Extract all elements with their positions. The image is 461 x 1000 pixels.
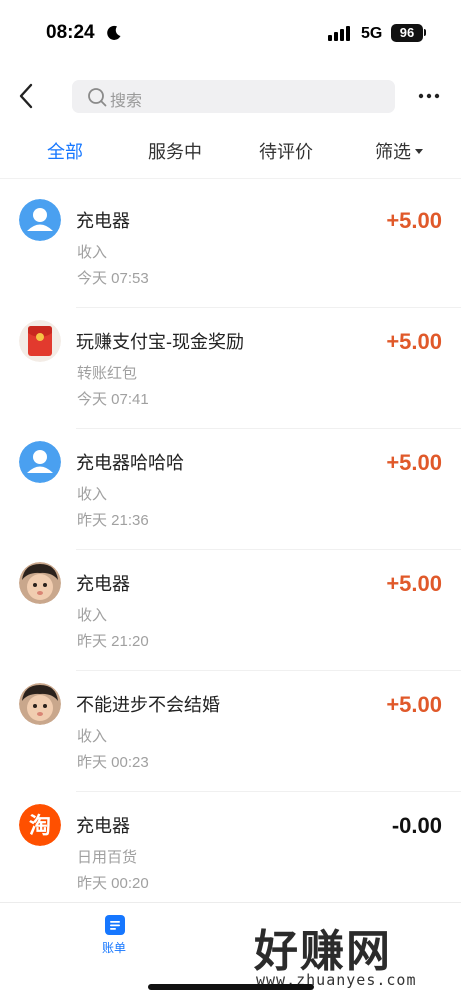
network-label: 5G (361, 25, 383, 42)
tab-filter[interactable]: 筛选 (375, 138, 423, 164)
transaction-type: 收入 (77, 607, 108, 624)
battery-tip (424, 29, 426, 36)
signal-icon (328, 26, 350, 41)
search-input[interactable]: 搜索 (72, 80, 395, 113)
watermark-logo: 好赚网 (254, 926, 392, 977)
transaction-type: 日用百货 (77, 849, 138, 866)
caret-down-icon (415, 148, 423, 154)
watermark: 好赚网 www.zhuanyes.com (250, 911, 450, 993)
transaction-type: 收入 (77, 244, 108, 261)
transaction-row[interactable]: 充电器 收入 昨天 21:20 +5.00 (0, 550, 461, 671)
bill-tab-label[interactable]: 账单 (102, 939, 126, 956)
tab-divider (0, 178, 461, 179)
transaction-title: 玩赚支付宝-现金奖励 (76, 332, 244, 352)
transaction-amount: +5.00 (386, 208, 442, 233)
search-placeholder: 搜索 (110, 93, 143, 110)
transaction-list: 充电器 收入 今天 07:53 +5.00 玩赚支付宝-现金奖励 转账红包 今天… (0, 187, 461, 913)
transaction-type: 收入 (77, 728, 108, 745)
transaction-type: 收入 (77, 486, 108, 503)
transaction-row[interactable]: 充电器哈哈哈 收入 昨天 21:36 +5.00 (0, 429, 461, 550)
child-photo-avatar (19, 562, 61, 604)
status-bar: 08:24 5G 96 (0, 0, 461, 64)
tab-pending-review[interactable]: 待评价 (259, 138, 313, 164)
search-icon (88, 88, 107, 107)
home-indicator (148, 984, 314, 990)
transaction-time: 昨天 21:36 (77, 512, 149, 529)
transaction-time: 昨天 00:20 (77, 875, 149, 892)
tab-in-service[interactable]: 服务中 (148, 138, 202, 164)
filter-tabs: 全部 服务中 待评价 筛选 (0, 138, 461, 168)
taobao-icon: 淘 (19, 804, 61, 846)
transaction-title: 充电器 (76, 816, 130, 836)
back-icon[interactable] (14, 82, 40, 110)
transaction-amount: +5.00 (386, 571, 442, 596)
transaction-title: 充电器 (76, 211, 130, 231)
red-envelope-icon (19, 320, 61, 362)
child-photo-avatar (19, 683, 61, 725)
default-user-icon (19, 199, 61, 241)
transaction-row[interactable]: 淘 充电器 日用百货 昨天 00:20 -0.00 (0, 792, 461, 913)
transaction-title: 不能进步不会结婚 (76, 695, 220, 715)
transaction-row[interactable]: 玩赚支付宝-现金奖励 转账红包 今天 07:41 +5.00 (0, 308, 461, 429)
tab-filter-label: 筛选 (375, 142, 411, 162)
svg-text:淘: 淘 (29, 813, 51, 839)
transaction-time: 今天 07:53 (77, 270, 149, 287)
transaction-time: 今天 07:41 (77, 391, 149, 408)
transaction-amount: -0.00 (391, 813, 442, 838)
status-time: 08:24 (46, 22, 95, 43)
transaction-title: 充电器 (76, 574, 130, 594)
transaction-amount: +5.00 (386, 329, 442, 354)
transaction-type: 转账红包 (77, 365, 138, 382)
more-icon[interactable] (417, 86, 441, 106)
transaction-row[interactable]: 不能进步不会结婚 收入 昨天 00:23 +5.00 (0, 671, 461, 792)
transaction-amount: +5.00 (386, 450, 442, 475)
transaction-time: 昨天 21:20 (77, 633, 149, 650)
transaction-title: 充电器哈哈哈 (76, 453, 184, 473)
battery-indicator: 96 (391, 24, 423, 42)
moon-icon (107, 25, 121, 40)
tab-all[interactable]: 全部 (47, 138, 83, 164)
transaction-amount: +5.00 (386, 692, 442, 717)
bill-icon[interactable] (104, 914, 126, 936)
transaction-row[interactable]: 充电器 收入 今天 07:53 +5.00 (0, 187, 461, 308)
default-user-icon (19, 441, 61, 483)
transaction-time: 昨天 00:23 (77, 754, 149, 771)
